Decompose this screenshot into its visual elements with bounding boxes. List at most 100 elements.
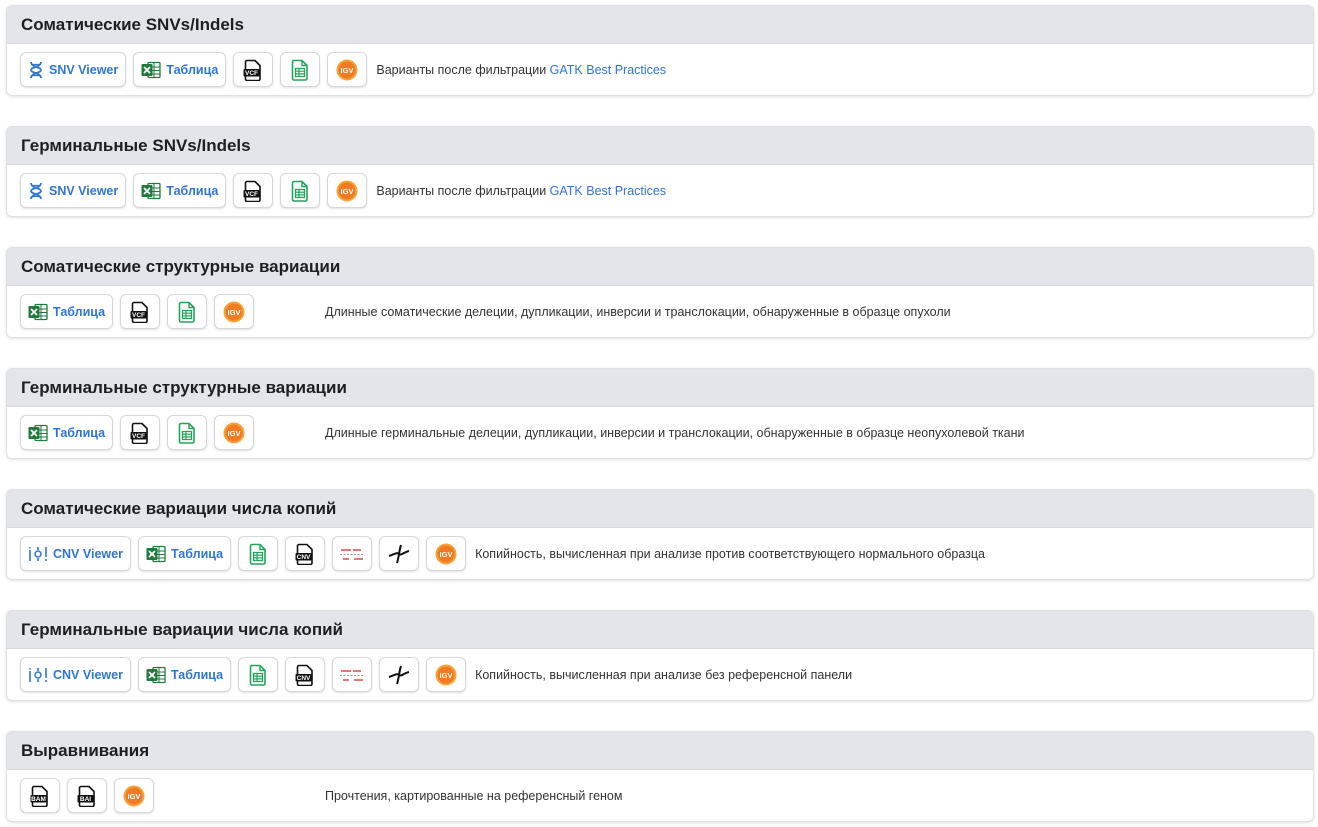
- segments-icon: [339, 545, 365, 563]
- section-germline-snvs: Герминальные SNVs/Indels SNV Viewer Табл…: [6, 126, 1314, 217]
- excel-icon: [146, 666, 166, 684]
- scatter-plot-icon: [387, 543, 411, 565]
- section-title: Соматические вариации числа копий: [21, 498, 337, 518]
- scatter-plot-icon: [387, 664, 411, 686]
- svg-text:IGV: IGV: [341, 187, 354, 196]
- table-button[interactable]: Таблица: [133, 52, 227, 87]
- cnv-viewer-button[interactable]: CNV Viewer: [20, 536, 131, 571]
- excel-icon: [141, 61, 161, 79]
- igv-button[interactable]: IGV: [114, 778, 154, 813]
- cnv-bars-icon: [28, 545, 48, 563]
- snv-viewer-button[interactable]: SNV Viewer: [20, 173, 127, 208]
- segments-button[interactable]: [332, 657, 373, 692]
- section-germline-sv: Герминальные структурные вариации Таблиц…: [6, 368, 1314, 459]
- vcf-download-button[interactable]: VCF: [233, 52, 274, 87]
- svg-text:VCF: VCF: [245, 70, 258, 77]
- cnv-viewer-button[interactable]: CNV Viewer: [20, 657, 131, 692]
- svg-text:IGV: IGV: [228, 308, 241, 317]
- igv-icon: IGV: [223, 422, 245, 444]
- vcf-file-icon: VCF: [243, 180, 263, 202]
- igv-button[interactable]: IGV: [214, 294, 255, 329]
- section-description: Копийность, вычисленная при анализе прот…: [475, 546, 986, 561]
- spreadsheet-icon: [249, 543, 267, 565]
- igv-button[interactable]: IGV: [327, 173, 368, 208]
- igv-button[interactable]: IGV: [214, 415, 255, 450]
- section-header: Соматические вариации числа копий: [7, 490, 1313, 528]
- table-button[interactable]: Таблица: [20, 294, 114, 329]
- svg-text:IGV: IGV: [440, 671, 453, 680]
- igv-button[interactable]: IGV: [426, 536, 467, 571]
- svg-text:BAI: BAI: [80, 796, 91, 803]
- igv-button[interactable]: IGV: [426, 657, 467, 692]
- excel-icon: [28, 424, 48, 442]
- section-germline-cnv: Герминальные вариации числа копий CNV Vi…: [6, 610, 1314, 701]
- section-description: Варианты после фильтрации GATK Best Prac…: [376, 62, 667, 77]
- section-description: Варианты после фильтрации GATK Best Prac…: [376, 183, 667, 198]
- igv-icon: IGV: [123, 785, 145, 807]
- section-header: Выравнивания: [7, 732, 1313, 770]
- section-description: Длинные соматические делеции, дупликации…: [325, 304, 951, 319]
- gatk-link[interactable]: GATK Best Practices: [550, 184, 666, 198]
- spreadsheet-icon: [178, 422, 196, 444]
- cnv-viewer-label: CNV Viewer: [53, 546, 123, 561]
- igv-button[interactable]: IGV: [327, 52, 368, 87]
- section-title: Герминальные вариации числа копий: [21, 619, 343, 639]
- svg-text:BAM: BAM: [31, 796, 46, 803]
- vcf-download-button[interactable]: VCF: [120, 415, 161, 450]
- table-button[interactable]: Таблица: [137, 536, 232, 571]
- snv-viewer-label: SNV Viewer: [49, 183, 119, 198]
- spreadsheet-button[interactable]: [167, 415, 208, 450]
- svg-text:VCF: VCF: [245, 191, 258, 198]
- vcf-download-button[interactable]: VCF: [233, 173, 274, 208]
- table-button[interactable]: Таблица: [133, 173, 227, 208]
- spreadsheet-button[interactable]: [167, 294, 208, 329]
- cnv-download-button[interactable]: CNV: [285, 536, 326, 571]
- section-somatic-snvs: Соматические SNVs/Indels SNV Viewer Табл…: [6, 5, 1314, 96]
- vcf-download-button[interactable]: VCF: [120, 294, 161, 329]
- plot-button[interactable]: [379, 657, 420, 692]
- excel-icon: [146, 545, 166, 563]
- section-title: Герминальные SNVs/Indels: [21, 135, 251, 155]
- dna-icon: [28, 61, 44, 79]
- gatk-link[interactable]: GATK Best Practices: [550, 63, 666, 77]
- spreadsheet-icon: [178, 301, 196, 323]
- spreadsheet-icon: [291, 180, 309, 202]
- section-header: Герминальные SNVs/Indels: [7, 127, 1313, 165]
- segments-button[interactable]: [332, 536, 373, 571]
- svg-text:VCF: VCF: [132, 312, 145, 319]
- igv-icon: IGV: [223, 301, 245, 323]
- section-body: BAM BAI IGV Прочтения, картированные на …: [7, 770, 1313, 821]
- plot-button[interactable]: [379, 536, 420, 571]
- bai-download-button[interactable]: BAI: [67, 778, 107, 813]
- svg-text:IGV: IGV: [341, 66, 354, 75]
- snv-viewer-label: SNV Viewer: [49, 62, 119, 77]
- vcf-file-icon: VCF: [130, 422, 150, 444]
- section-description: Копийность, вычисленная при анализе без …: [475, 667, 853, 682]
- section-header: Соматические SNVs/Indels: [7, 6, 1313, 44]
- igv-icon: IGV: [435, 543, 457, 565]
- bam-download-button[interactable]: BAM: [20, 778, 60, 813]
- vcf-file-icon: VCF: [243, 59, 263, 81]
- cnv-viewer-label: CNV Viewer: [53, 667, 123, 682]
- spreadsheet-button[interactable]: [238, 657, 279, 692]
- spreadsheet-icon: [249, 664, 267, 686]
- spreadsheet-button[interactable]: [238, 536, 279, 571]
- table-button[interactable]: Таблица: [137, 657, 232, 692]
- cnv-file-icon: CNV: [295, 543, 315, 565]
- spreadsheet-button[interactable]: [280, 52, 321, 87]
- vcf-file-icon: VCF: [130, 301, 150, 323]
- section-somatic-cnv: Соматические вариации числа копий CNV Vi…: [6, 489, 1314, 580]
- table-button[interactable]: Таблица: [20, 415, 114, 450]
- section-somatic-sv: Соматические структурные вариации Таблиц…: [6, 247, 1314, 338]
- section-body: SNV Viewer Таблица VCF IGV Варианты посл…: [7, 44, 1313, 95]
- cnv-bars-icon: [28, 666, 48, 684]
- spreadsheet-button[interactable]: [280, 173, 321, 208]
- section-body: CNV Viewer Таблица CNV IGV Копийность, в…: [7, 528, 1313, 579]
- table-label: Таблица: [166, 183, 219, 198]
- dna-icon: [28, 182, 44, 200]
- snv-viewer-button[interactable]: SNV Viewer: [20, 52, 127, 87]
- section-header: Соматические структурные вариации: [7, 248, 1313, 286]
- cnv-file-icon: CNV: [295, 664, 315, 686]
- section-alignments: Выравнивания BAM BAI IGV Прочтения, карт…: [6, 731, 1314, 822]
- cnv-download-button[interactable]: CNV: [285, 657, 326, 692]
